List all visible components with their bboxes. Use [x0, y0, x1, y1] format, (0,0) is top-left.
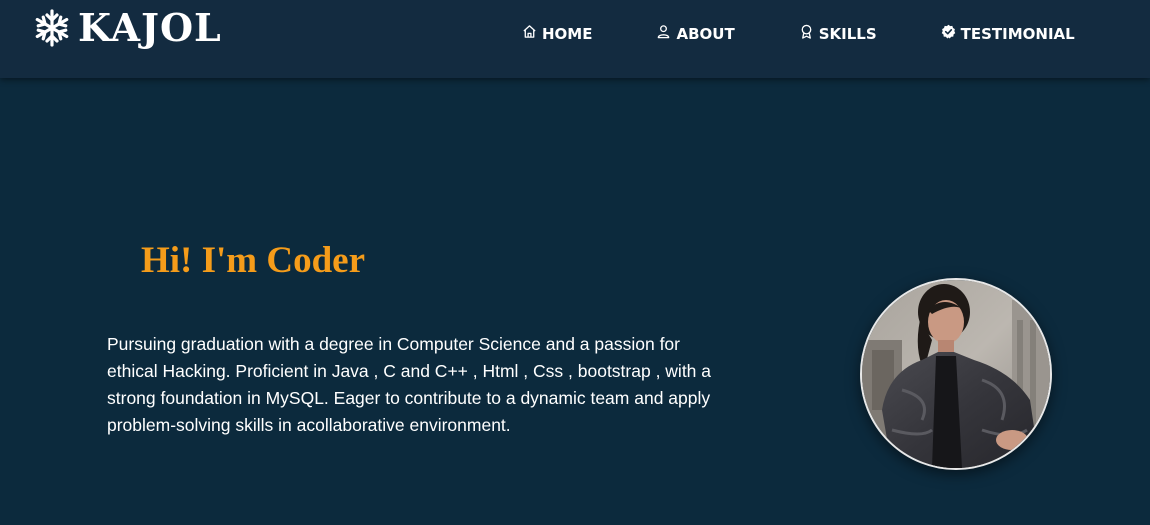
brand-logo[interactable]: KAJOL — [32, 8, 222, 48]
nav-item-skills[interactable]: SKILLS — [799, 24, 877, 43]
navbar: KAJOL HOME ABOUT SKILLS TESTIMONIAL — [0, 0, 1150, 78]
check-badge-icon — [941, 24, 961, 43]
nav-item-home[interactable]: HOME — [522, 24, 592, 43]
nav-item-label: SKILLS — [818, 24, 877, 43]
nav-menu: HOME ABOUT SKILLS TESTIMONIAL — [522, 24, 1075, 43]
award-icon — [799, 24, 819, 43]
profile-photo — [860, 278, 1052, 470]
nav-item-about[interactable]: ABOUT — [656, 24, 735, 43]
nav-item-label: HOME — [542, 24, 593, 43]
nav-item-label: ABOUT — [676, 24, 735, 43]
snowflake-icon — [32, 8, 72, 48]
user-icon — [656, 24, 676, 43]
nav-item-testimonial[interactable]: TESTIMONIAL — [941, 24, 1075, 43]
home-icon — [522, 24, 542, 43]
hero-title: Hi! I'm Coder — [141, 240, 366, 281]
hero-description: Pursuing graduation with a degree in Com… — [107, 334, 712, 435]
nav-item-label: TESTIMONIAL — [960, 24, 1075, 43]
brand-name: KAJOL — [78, 5, 222, 50]
